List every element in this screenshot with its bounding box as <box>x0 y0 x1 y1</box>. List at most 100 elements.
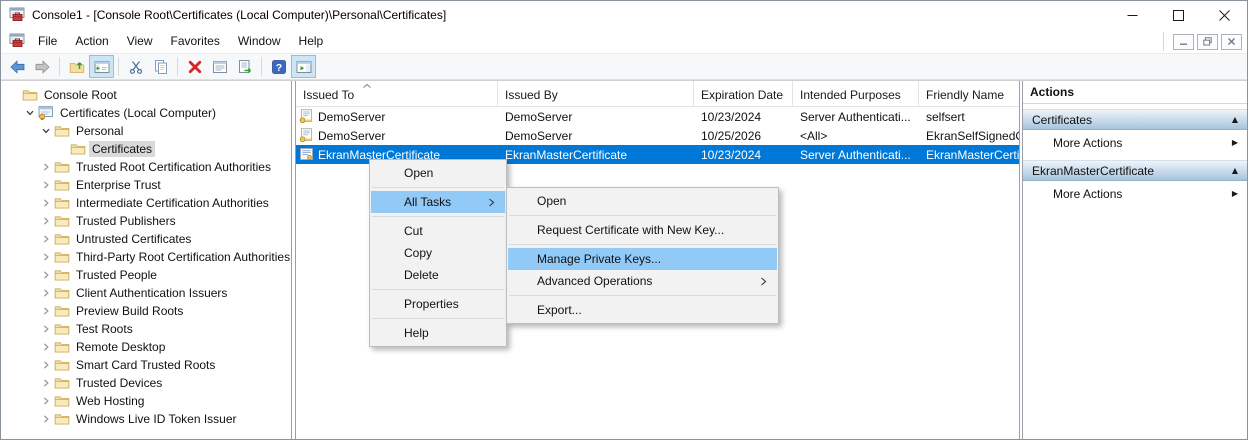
menu-item-window[interactable]: Window <box>229 30 290 52</box>
chevron-right-icon[interactable] <box>38 324 54 334</box>
column-header-friendly-name[interactable]: Friendly Name <box>919 81 1019 106</box>
tree-item-third-party-root-certification-authorities[interactable]: Third-Party Root Certification Authoriti… <box>1 248 291 266</box>
show-action-pane-button[interactable] <box>291 55 316 78</box>
menu-item-label: Cut <box>404 224 495 238</box>
cell-intended-purposes: Server Authenticati... <box>793 145 919 164</box>
tree-item-web-hosting[interactable]: Web Hosting <box>1 392 291 410</box>
chevron-right-icon[interactable] <box>38 306 54 316</box>
context-menu-item-delete[interactable]: Delete <box>371 264 505 286</box>
action-item-certificates-more-actions[interactable]: More Actions▶ <box>1023 130 1247 155</box>
menu-item-action[interactable]: Action <box>66 30 117 52</box>
column-header-issued-by[interactable]: Issued By <box>498 81 694 106</box>
collapse-section-icon[interactable]: ▲ <box>1232 116 1238 124</box>
chevron-down-icon[interactable] <box>22 108 38 118</box>
tree-item-enterprise-trust[interactable]: Enterprise Trust <box>1 176 291 194</box>
toolbar-separator <box>59 57 60 76</box>
cell-text: <All> <box>800 129 827 143</box>
context-menu-item-open[interactable]: Open <box>371 162 505 184</box>
forward-arrow-button[interactable] <box>30 55 55 78</box>
chevron-right-icon[interactable] <box>38 378 54 388</box>
column-header-intended-purposes[interactable]: Intended Purposes <box>793 81 919 106</box>
chevron-right-icon[interactable] <box>38 252 54 262</box>
chevron-right-icon[interactable] <box>38 396 54 406</box>
delete-button[interactable] <box>182 55 207 78</box>
certificate-key-icon <box>299 109 314 124</box>
context-menu-item-copy[interactable]: Copy <box>371 242 505 264</box>
collapse-section-icon[interactable]: ▲ <box>1232 167 1238 175</box>
copy-button[interactable] <box>148 55 173 78</box>
context-menu-item-cut[interactable]: Cut <box>371 220 505 242</box>
delete-icon <box>187 59 203 75</box>
column-header-issued-to[interactable]: Issued To <box>296 81 498 106</box>
menu-item-favorites[interactable]: Favorites <box>162 30 229 52</box>
window-controls <box>1109 1 1247 29</box>
show-console-tree-button[interactable] <box>89 55 114 78</box>
chevron-down-icon[interactable] <box>38 126 54 136</box>
close-button[interactable] <box>1201 1 1247 29</box>
tree-item-trusted-root-certification-authorities[interactable]: Trusted Root Certification Authorities <box>1 158 291 176</box>
all-tasks-item-request-certificate-with-new-key[interactable]: Request Certificate with New Key... <box>508 219 777 241</box>
context-menu-item-properties[interactable]: Properties <box>371 293 505 315</box>
tree-item-personal[interactable]: Personal <box>1 122 291 140</box>
column-header-expiration-date[interactable]: Expiration Date <box>694 81 793 106</box>
actions-section-certificates[interactable]: Certificates▲ <box>1023 109 1247 130</box>
tree-item-test-roots[interactable]: Test Roots <box>1 320 291 338</box>
chevron-right-icon[interactable] <box>38 342 54 352</box>
menu-item-file[interactable]: File <box>29 30 66 52</box>
action-item-ekranmastercertificate-more-actions[interactable]: More Actions▶ <box>1023 181 1247 206</box>
certificate-row-demoserver[interactable]: DemoServerDemoServer10/25/2026<All>Ekran… <box>296 126 1019 145</box>
chevron-right-icon[interactable] <box>38 234 54 244</box>
back-arrow-button[interactable] <box>5 55 30 78</box>
maximize-button[interactable] <box>1155 1 1201 29</box>
export-list-button[interactable] <box>232 55 257 78</box>
certificate-icon <box>299 147 314 162</box>
all-tasks-item-advanced-operations[interactable]: Advanced Operations <box>508 270 777 292</box>
tree-item-remote-desktop[interactable]: Remote Desktop <box>1 338 291 356</box>
tree-item-trusted-publishers[interactable]: Trusted Publishers <box>1 212 291 230</box>
chevron-right-icon[interactable] <box>38 270 54 280</box>
tree-item-client-authentication-issuers[interactable]: Client Authentication Issuers <box>1 284 291 302</box>
cell-text: DemoServer <box>505 129 572 143</box>
menu-item-view[interactable]: View <box>118 30 162 52</box>
minimize-button[interactable] <box>1109 1 1155 29</box>
folder-icon <box>22 87 38 103</box>
chevron-right-icon[interactable] <box>38 288 54 298</box>
mdi-close-button[interactable] <box>1221 34 1242 50</box>
tree-item-certificates-local-computer[interactable]: Certificates (Local Computer) <box>1 104 291 122</box>
tree-item-certificates[interactable]: Certificates <box>1 140 291 158</box>
context-menu-item-help[interactable]: Help <box>371 322 505 344</box>
chevron-right-icon[interactable] <box>38 162 54 172</box>
mdi-minimize-button[interactable] <box>1173 34 1194 50</box>
menu-item-help[interactable]: Help <box>290 30 333 52</box>
actions-section-title: Certificates <box>1032 113 1232 127</box>
tree-item-windows-live-id-token-issuer[interactable]: Windows Live ID Token Issuer <box>1 410 291 428</box>
chevron-right-icon[interactable] <box>38 198 54 208</box>
tree-item-smart-card-trusted-roots[interactable]: Smart Card Trusted Roots <box>1 356 291 374</box>
tree-item-preview-build-roots[interactable]: Preview Build Roots <box>1 302 291 320</box>
tree-item-trusted-people[interactable]: Trusted People <box>1 266 291 284</box>
chevron-right-icon[interactable] <box>38 216 54 226</box>
cell-issued-by: EkranMasterCertificate <box>498 145 694 164</box>
cut-button[interactable] <box>123 55 148 78</box>
context-menu-item-all-tasks[interactable]: All Tasks <box>371 191 505 213</box>
chevron-right-icon[interactable] <box>38 180 54 190</box>
forward-arrow-icon <box>34 59 51 75</box>
properties-button[interactable] <box>207 55 232 78</box>
certificate-row-demoserver[interactable]: DemoServerDemoServer10/23/2024Server Aut… <box>296 107 1019 126</box>
mdi-minimize-icon <box>1179 37 1188 46</box>
chevron-right-icon[interactable] <box>38 360 54 370</box>
all-tasks-item-export[interactable]: Export... <box>508 299 777 321</box>
all-tasks-item-open[interactable]: Open <box>508 190 777 212</box>
tree-item-intermediate-certification-authorities[interactable]: Intermediate Certification Authorities <box>1 194 291 212</box>
mmc-app-icon <box>9 7 25 23</box>
tree-item-untrusted-certificates[interactable]: Untrusted Certificates <box>1 230 291 248</box>
tree-item-console-root[interactable]: Console Root <box>1 86 291 104</box>
help-button[interactable]: ? <box>266 55 291 78</box>
actions-section-ekranmastercertificate[interactable]: EkranMasterCertificate▲ <box>1023 160 1247 181</box>
up-one-level-button[interactable] <box>64 55 89 78</box>
chevron-right-icon[interactable] <box>38 414 54 424</box>
folder-icon <box>54 285 70 301</box>
all-tasks-item-manage-private-keys[interactable]: Manage Private Keys... <box>508 248 777 270</box>
tree-item-trusted-devices[interactable]: Trusted Devices <box>1 374 291 392</box>
mdi-restore-button[interactable] <box>1197 34 1218 50</box>
